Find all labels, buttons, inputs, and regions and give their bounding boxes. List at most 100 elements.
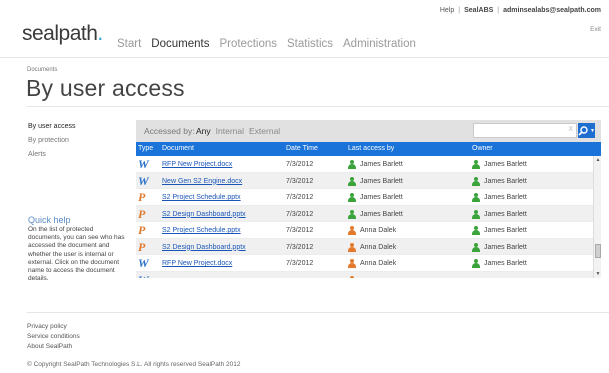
internal-user-icon [348, 176, 356, 186]
col-owner[interactable]: Owner [472, 145, 493, 152]
exit-link[interactable]: Exit [590, 26, 601, 33]
filter-bar: Accessed by: Any Internal External X ▼ [136, 120, 601, 142]
table-row[interactable]: W RFP New Project.docx 7/3/2012 Anna Dal… [136, 255, 593, 272]
breadcrumb[interactable]: Documents [27, 67, 57, 73]
external-user-icon [348, 226, 356, 235]
owner-cell: James Barlett [472, 226, 527, 235]
powerpoint-file-icon: P [138, 239, 146, 254]
internal-user-icon [472, 226, 480, 235]
filter-any[interactable]: Any [196, 126, 211, 136]
last-access-cell: Anna Dalek [348, 259, 396, 268]
scroll-down-icon[interactable]: ▼ [595, 271, 601, 277]
dropdown-arrow-icon: ▼ [590, 127, 595, 134]
internal-user-icon [472, 259, 480, 268]
last-access-cell: James Barlett [348, 193, 403, 202]
col-type[interactable]: Type [138, 145, 153, 152]
table-scrollbar[interactable]: ▲ ▼ [593, 156, 601, 278]
privacy-policy-link[interactable]: Privacy policy [27, 322, 80, 332]
external-user-icon [348, 242, 356, 252]
table-row[interactable]: P S2 Design Dashboard.pptx 7/3/2012 Anna… [136, 238, 593, 255]
document-link[interactable]: S2 Project Schedule.pptx [162, 227, 241, 234]
sidebar-item-by-protection[interactable]: By protection [28, 134, 75, 148]
table-row[interactable]: W RFP New Project.docx 7/3/2012 James Ba… [136, 156, 593, 173]
service-conditions-link[interactable]: Service conditions [27, 332, 80, 342]
footer-links: Privacy policy Service conditions About … [27, 322, 80, 352]
date-cell: 7/3/2012 [286, 260, 314, 267]
owner-cell: James Barlett [472, 193, 527, 202]
date-cell: 7/3/2012 [286, 194, 314, 201]
document-link[interactable]: S2 Design Dashboard.pptx [162, 244, 246, 251]
owner-cell: James Barlett [472, 160, 527, 169]
user-email: adminsealabs@sealpath.com [503, 7, 601, 14]
search-button[interactable]: ▼ [578, 123, 595, 138]
sidebar-item-alerts[interactable]: Alerts [28, 148, 75, 162]
nav-protections[interactable]: Protections [219, 38, 277, 50]
table-row[interactable]: W [136, 271, 593, 278]
search-input[interactable] [474, 124, 566, 137]
filter-external[interactable]: External [249, 126, 280, 136]
scroll-up-icon[interactable]: ▲ [595, 157, 601, 163]
nav-statistics[interactable]: Statistics [287, 38, 333, 50]
date-cell: 7/3/2012 [286, 177, 314, 185]
owner-cell: James Barlett [472, 209, 527, 219]
word-file-icon: W [138, 256, 149, 270]
owner-cell: James Barlett [472, 259, 527, 268]
clear-search-icon[interactable]: X [568, 126, 573, 133]
search-icon [578, 125, 588, 136]
internal-user-icon [472, 160, 480, 169]
col-date-time[interactable]: Date Time [286, 145, 318, 152]
table-row[interactable]: W New Gen S2 Engine.docx 7/3/2012 James … [136, 172, 593, 189]
document-link[interactable]: New Gen S2 Engine.docx [162, 178, 242, 185]
sidebar-item-by-user-access[interactable]: By user access [28, 120, 75, 134]
date-cell: 7/3/2012 [286, 227, 314, 234]
table-row[interactable]: P S2 Design Dashboard.pptx 7/3/2012 Jame… [136, 205, 593, 222]
quick-help-text: On the list of protected documents, you … [28, 226, 125, 283]
filter-internal[interactable]: Internal [216, 126, 244, 136]
table-body: W RFP New Project.docx 7/3/2012 James Ba… [136, 156, 593, 278]
table-row[interactable]: P S2 Project Schedule.pptx 7/3/2012 Anna… [136, 222, 593, 239]
last-access-cell: Anna Dalek [348, 242, 396, 252]
date-cell: 7/3/2012 [286, 243, 314, 251]
owner-cell: James Barlett [472, 242, 527, 252]
top-header: sealpath. Start Documents Protections St… [0, 0, 609, 58]
filter-options: Any Internal External [196, 126, 280, 136]
last-access-cell: James Barlett [348, 209, 403, 219]
document-link[interactable]: S2 Design Dashboard.pptx [162, 211, 246, 218]
powerpoint-file-icon: P [138, 206, 146, 221]
footer-divider [27, 312, 609, 313]
external-user-icon [348, 259, 356, 268]
internal-user-icon [472, 193, 480, 202]
main-nav: Start Documents Protections Statistics A… [117, 38, 416, 50]
col-document[interactable]: Document [162, 145, 194, 152]
search-box: X [473, 123, 577, 138]
table-row[interactable]: P S2 Project Schedule.pptx 7/3/2012 Jame… [136, 189, 593, 206]
last-access-cell: Anna Dalek [348, 226, 396, 235]
about-sealpath-link[interactable]: About SealPath [27, 342, 80, 352]
scroll-thumb[interactable] [595, 244, 601, 258]
nav-administration[interactable]: Administration [343, 38, 416, 50]
internal-user-icon [348, 160, 356, 169]
page-title: By user access [26, 75, 185, 101]
documents-panel: Accessed by: Any Internal External X ▼ T… [136, 120, 601, 278]
owner-cell: James Barlett [472, 176, 527, 186]
sealpath-logo[interactable]: sealpath. [22, 22, 103, 46]
document-link[interactable]: RFP New Project.docx [162, 260, 232, 267]
filter-label: Accessed by: [144, 126, 195, 136]
word-file-icon: W [138, 173, 149, 188]
internal-user-icon [472, 242, 480, 252]
word-file-icon: W [138, 157, 149, 171]
col-last-access[interactable]: Last access by [348, 145, 394, 152]
date-cell: 7/3/2012 [286, 161, 314, 168]
org-name: SealABS [464, 7, 494, 14]
nav-start[interactable]: Start [117, 38, 141, 50]
document-link[interactable]: S2 Project Schedule.pptx [162, 194, 241, 201]
sidebar: By user access By protection Alerts [28, 120, 75, 162]
external-user-icon [348, 275, 356, 278]
document-link[interactable]: RFP New Project.docx [162, 161, 232, 168]
internal-user-icon [348, 209, 356, 219]
date-cell: 7/3/2012 [286, 210, 314, 218]
nav-documents[interactable]: Documents [151, 38, 209, 50]
copyright-text: © Copyright SealPath Technologies S.L. A… [27, 361, 241, 368]
last-access-cell: James Barlett [348, 176, 403, 186]
help-link[interactable]: Help [440, 7, 454, 14]
